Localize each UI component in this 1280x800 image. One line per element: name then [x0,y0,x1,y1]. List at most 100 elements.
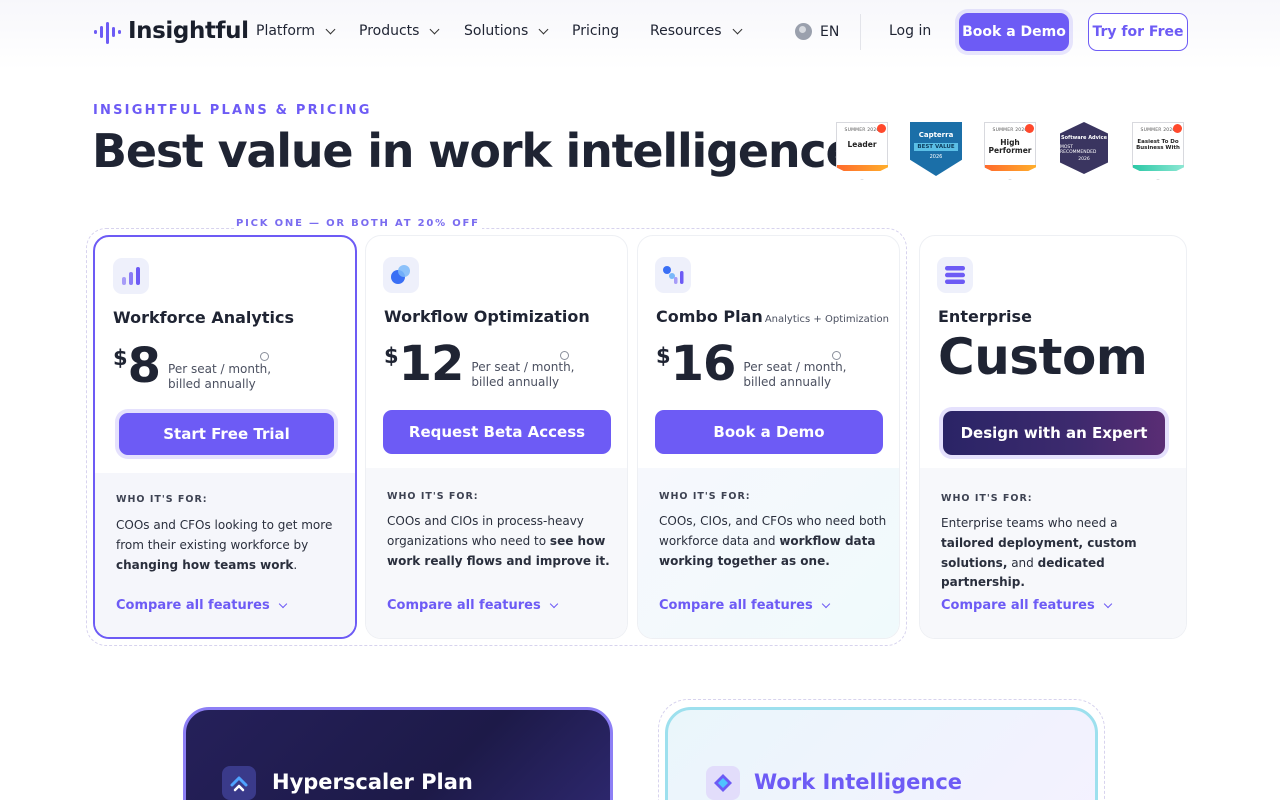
language-selector[interactable]: EN [795,23,839,40]
price-period-line2: billed annually [168,377,256,391]
bar-chart-icon [113,258,149,294]
plan-description: COOs and CFOs looking to get more from t… [116,516,344,575]
chevron-down-icon [549,599,558,609]
chevron-down-icon [538,24,549,34]
combo-chart-icon [655,257,691,293]
work-intelligence-card[interactable]: Work Intelligence [665,707,1098,800]
plan-description: Enterprise teams who need a tailored dep… [941,514,1169,593]
compare-label: Compare all features [116,598,270,613]
info-icon[interactable] [832,351,841,360]
bundle-discount-label: PICK ONE — OR BOTH AT 20% OFF [234,218,482,229]
description-highlight: changing how teams work [116,557,294,572]
price-custom: Custom [938,328,1148,386]
stack-icon [937,257,973,293]
plan-description: COOs and CIOs in process-heavy organizat… [387,512,615,571]
plan-name: Combo Plan Analytics + Optimization [656,307,889,326]
description-end: . [293,557,298,572]
price-period-line1: Per seat / month, [743,360,847,374]
request-beta-access-button[interactable]: Request Beta Access [383,410,611,454]
price-period-line1: Per seat / month, [168,362,272,376]
nav-platform[interactable]: Platform [256,23,336,39]
compare-features-link[interactable]: Compare all features [116,598,287,613]
price-currency: $ [384,344,399,368]
page-title: Best value in work intelligence [92,124,857,178]
book-demo-button[interactable]: Book a Demo [959,13,1069,51]
badge-title: Leader [847,140,877,149]
compare-label: Compare all features [941,598,1095,613]
try-free-button[interactable]: Try for Free [1088,13,1188,51]
price-period-line1: Per seat / month, [471,360,575,374]
description-mid: and [1007,555,1038,570]
language-label: EN [820,23,840,40]
g2-logo-icon [1173,124,1182,133]
g2-logo-icon [1025,124,1034,133]
nav-solutions[interactable]: Solutions [464,23,549,39]
login-link[interactable]: Log in [889,23,931,39]
plan-name: Workflow Optimization [384,307,590,326]
compare-features-link[interactable]: Compare all features [387,598,558,613]
plan-name: Workforce Analytics [113,308,294,327]
plan-description: COOs, CIOs, and CFOs who need both workf… [659,512,887,571]
nav-products[interactable]: Products [359,23,440,39]
description-text: Enterprise teams who need a [941,516,1118,530]
chevron-down-icon [821,599,830,609]
plan-price: $ 8 Per seat / month, billed annually [113,342,271,392]
badge-title: Easiest To Do Business With [1136,139,1180,152]
price-amount: 12 [398,336,465,392]
nav-pricing-label: Pricing [572,23,620,39]
price-period: Per seat / month, billed annually [471,360,574,390]
nav-pricing[interactable]: Pricing [572,23,619,39]
plan-card-combo[interactable]: Combo Plan Analytics + Optimization $ 16 … [637,235,900,639]
price-period-line2: billed annually [743,375,832,389]
who-its-for-label: WHO IT'S FOR: [659,491,751,502]
price-amount: 8 [127,338,161,394]
badge-season: SUMMER 2026 [844,128,880,133]
work-intelligence-title: Work Intelligence [754,770,963,794]
price-period: Per seat / month, billed annually [743,360,846,390]
badge-title: High Performer [988,138,1032,156]
price-amount: 16 [670,336,737,392]
plan-price: $ 12 Per seat / month, billed annually [384,340,575,390]
top-navigation: Insightful Platform Products Solutions P… [0,0,1280,64]
plan-card-workflow-optimization[interactable]: Workflow Optimization $ 12 Per seat / mo… [365,235,628,639]
nav-solutions-label: Solutions [464,23,529,39]
chevron-down-icon [278,599,287,609]
price-period: Per seat / month, billed annually [168,362,271,392]
g2-high-performer-badge: SUMMER 2026 High Performer [982,122,1038,184]
book-demo-plan-button[interactable]: Book a Demo [655,410,883,454]
plan-card-enterprise[interactable]: Enterprise Custom Design with an Expert … [919,235,1187,639]
nav-resources[interactable]: Resources [650,23,742,39]
logo-text: Insightful [128,18,249,44]
chevron-down-icon [430,24,440,34]
info-icon[interactable] [560,351,569,360]
who-its-for-label: WHO IT'S FOR: [941,493,1033,504]
plan-card-workforce-analytics[interactable]: Workforce Analytics $ 8 Per seat / month… [93,235,357,639]
design-with-expert-button[interactable]: Design with an Expert [943,411,1165,455]
brand-logo[interactable]: Insightful [92,16,249,46]
price-period-line2: billed annually [471,375,560,389]
compare-label: Compare all features [659,598,813,613]
plan-price: $ 16 Per seat / month, billed annually [656,340,847,390]
compare-features-link[interactable]: Compare all features [659,598,830,613]
price-currency: $ [113,346,128,370]
hyperscaler-plan-card[interactable]: Hyperscaler Plan [183,707,613,800]
nav-divider [860,14,861,50]
g2-easiest-business-badge: SUMMER 2026 Easiest To Do Business With [1130,122,1186,184]
chevron-down-icon [1103,599,1112,609]
award-badges: SUMMER 2026 Leader Capterra BEST VALUE 2… [834,122,1186,184]
who-its-for-label: WHO IT'S FOR: [387,491,479,502]
plan-name-label: Combo Plan [656,307,763,326]
chevron-down-icon [732,24,742,34]
badge-title: MOST RECOMMENDED [1060,144,1097,155]
badge-season: SUMMER 2026 [1140,128,1176,133]
nav-products-label: Products [359,23,420,39]
start-free-trial-button[interactable]: Start Free Trial [119,413,334,455]
chevron-up-arrows-icon [222,766,256,800]
compare-features-link[interactable]: Compare all features [941,598,1112,613]
info-icon[interactable] [260,352,269,361]
who-its-for-label: WHO IT'S FOR: [116,494,208,505]
globe-icon [795,23,812,40]
login-label: Log in [889,23,932,39]
g2-logo-icon [877,124,886,133]
badge-season: SUMMER 2026 [992,128,1028,133]
